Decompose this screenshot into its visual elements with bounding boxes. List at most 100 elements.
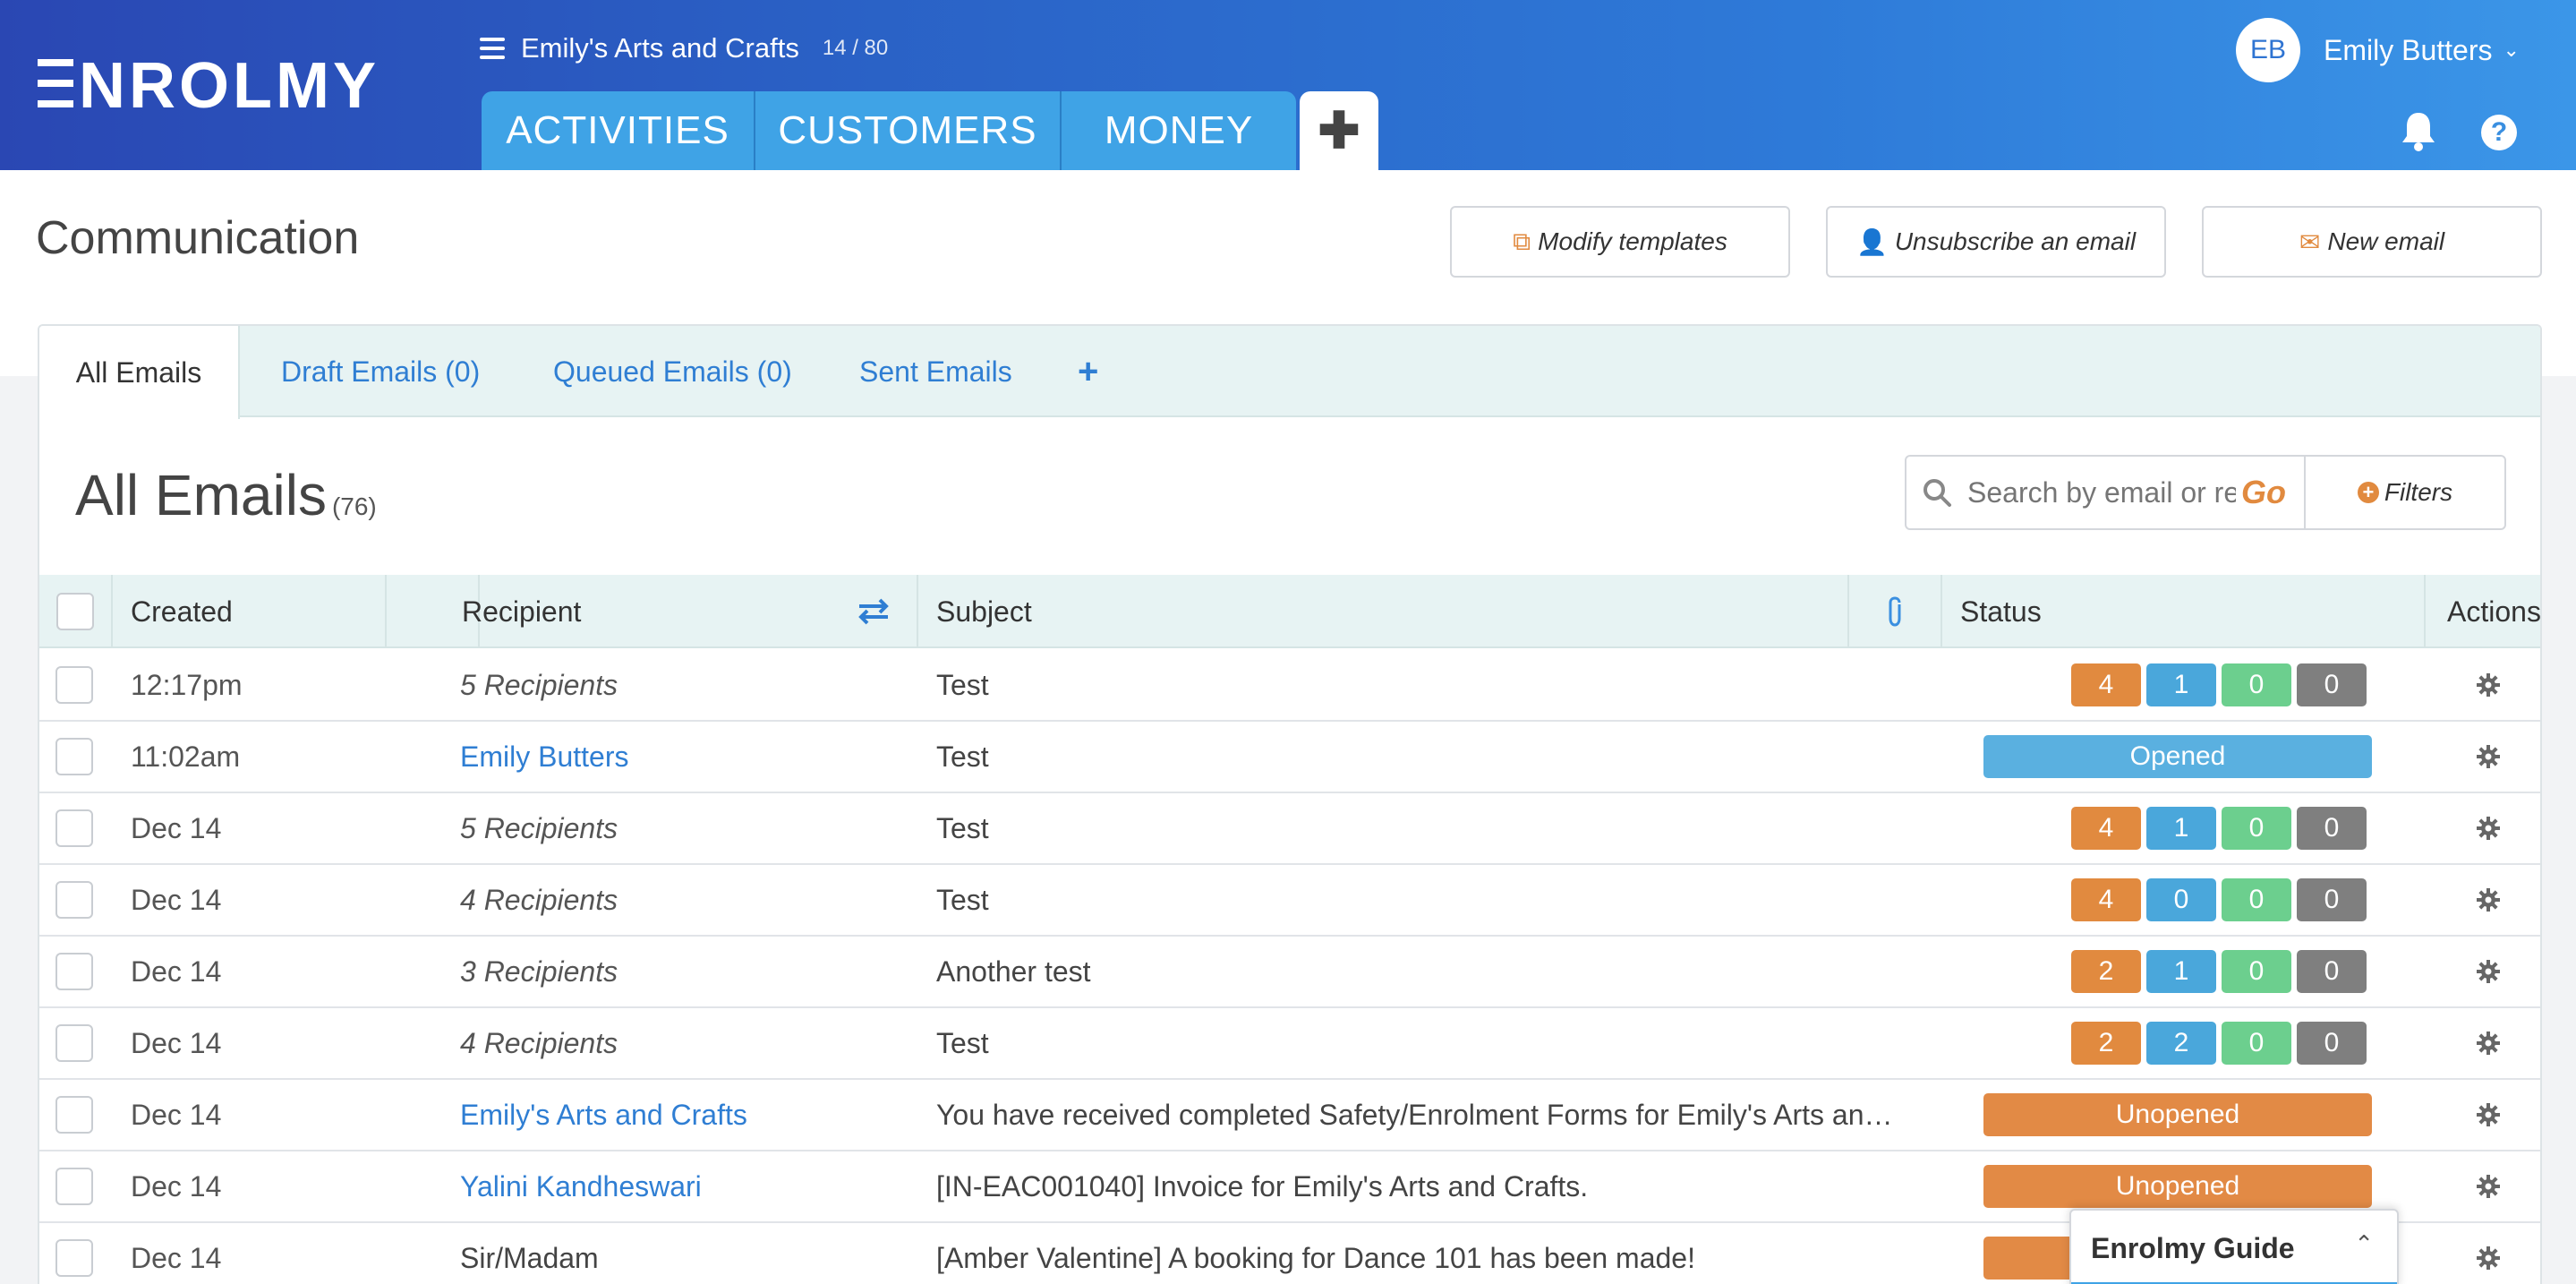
subject-cell[interactable]: Test xyxy=(936,722,989,792)
unsubscribe-email-button[interactable]: 👤 Unsubscribe an email xyxy=(1826,206,2166,278)
column-status[interactable]: Status xyxy=(1942,575,2426,648)
add-tab-plus-icon[interactable]: + xyxy=(1078,326,1098,417)
select-all-checkbox[interactable] xyxy=(56,593,94,630)
failed-count-badge[interactable]: 0 xyxy=(2297,878,2367,921)
column-created[interactable]: Created xyxy=(113,575,387,648)
column-recipient-label: Recipient xyxy=(462,595,582,628)
clicked-count-badge[interactable]: 0 xyxy=(2222,807,2291,850)
opened-count-badge[interactable]: 0 xyxy=(2146,878,2216,921)
recipient-cell[interactable]: Emily's Arts and Crafts xyxy=(460,1080,747,1150)
subject-cell[interactable]: You have received completed Safety/Enrol… xyxy=(936,1080,1893,1150)
column-subject[interactable]: Subject xyxy=(918,575,1849,648)
column-recipient[interactable]: Recipient xyxy=(444,575,918,648)
status-cell: Unopened xyxy=(1978,1080,2372,1150)
subject-cell[interactable]: Test xyxy=(936,793,989,863)
gear-icon[interactable] xyxy=(2476,1102,2501,1127)
sent-count-badge[interactable]: 4 xyxy=(2071,878,2141,921)
gear-icon[interactable] xyxy=(2476,887,2501,912)
subject-cell[interactable]: Test xyxy=(936,650,989,720)
modify-templates-button[interactable]: ⧉ Modify templates xyxy=(1450,206,1790,278)
sent-count-badge[interactable]: 2 xyxy=(2071,950,2141,993)
go-button[interactable]: Go xyxy=(2241,474,2286,511)
enrolmy-guide-widget[interactable]: Enrolmy Guide ⌃ xyxy=(2069,1209,2399,1284)
table-row[interactable]: Dec 14 Emily's Arts and Crafts You have re… xyxy=(39,1080,2540,1151)
row-checkbox[interactable] xyxy=(55,1168,93,1205)
recipient-cell: 4 Recipients xyxy=(460,1026,618,1059)
chevron-up-icon[interactable]: ⌃ xyxy=(2354,1230,2374,1258)
nav-add-button[interactable]: ✚ xyxy=(1300,91,1378,170)
gear-icon[interactable] xyxy=(2476,1031,2501,1056)
status-badge[interactable]: Unopened xyxy=(1983,1093,2372,1136)
sent-count-badge[interactable]: 4 xyxy=(2071,663,2141,706)
row-checkbox[interactable] xyxy=(55,1024,93,1062)
tab-queued-emails[interactable]: Queued Emails (0) xyxy=(553,326,792,417)
column-attachment[interactable] xyxy=(1849,575,1942,648)
row-checkbox[interactable] xyxy=(55,881,93,919)
opened-count-badge[interactable]: 1 xyxy=(2146,950,2216,993)
clicked-count-badge[interactable]: 0 xyxy=(2222,1022,2291,1065)
gear-icon[interactable] xyxy=(2476,816,2501,841)
clicked-count-badge[interactable]: 0 xyxy=(2222,878,2291,921)
tab-draft-emails[interactable]: Draft Emails (0) xyxy=(281,326,480,417)
table-row[interactable]: Dec 14 4 Recipients Test 2 2 0 0 xyxy=(39,1008,2540,1080)
recipient-cell[interactable]: Emily Butters xyxy=(460,722,628,792)
table-row[interactable]: Dec 14 4 Recipients Test 4 0 0 0 xyxy=(39,865,2540,937)
subject-cell[interactable]: Another test xyxy=(936,937,1091,1006)
failed-count-badge[interactable]: 0 xyxy=(2297,950,2367,993)
subject-cell[interactable]: Test xyxy=(936,865,989,935)
recipient-cell[interactable]: Yalini Kandheswari xyxy=(460,1151,702,1221)
gear-icon[interactable] xyxy=(2476,672,2501,698)
org-name[interactable]: Emily's Arts and Crafts xyxy=(521,32,799,64)
table-row[interactable]: Dec 14 5 Recipients Test 4 1 0 0 xyxy=(39,793,2540,865)
sent-count-badge[interactable]: 2 xyxy=(2071,1022,2141,1065)
nav-customers[interactable]: CUSTOMERS xyxy=(755,91,1062,170)
failed-count-badge[interactable]: 0 xyxy=(2297,663,2367,706)
opened-count-badge[interactable]: 1 xyxy=(2146,663,2216,706)
gear-icon[interactable] xyxy=(2476,959,2501,984)
search-input[interactable] xyxy=(1967,475,2236,509)
org-switcher[interactable]: Emily's Arts and Crafts 14 / 80 xyxy=(480,32,888,64)
opened-count-badge[interactable]: 1 xyxy=(2146,807,2216,850)
enrolmy-logo[interactable]: NROLMY xyxy=(38,52,400,115)
user-menu[interactable]: EB Emily Butters ⌄ xyxy=(2236,18,2520,82)
gear-icon[interactable] xyxy=(2476,744,2501,769)
row-checkbox[interactable] xyxy=(55,809,93,847)
table-row[interactable]: Dec 14 3 Recipients Another test 2 1 0 0 xyxy=(39,937,2540,1008)
avatar[interactable]: EB xyxy=(2236,18,2300,82)
row-checkbox[interactable] xyxy=(55,953,93,990)
chevron-down-icon[interactable]: ⌄ xyxy=(2503,39,2519,62)
subject-cell[interactable]: Test xyxy=(936,1008,989,1078)
failed-count-badge[interactable]: 0 xyxy=(2297,807,2367,850)
clicked-count-badge[interactable]: 0 xyxy=(2222,950,2291,993)
opened-count-badge[interactable]: 2 xyxy=(2146,1022,2216,1065)
table-row[interactable]: 11:02am Emily Butters Test Opened xyxy=(39,722,2540,793)
clicked-count-badge[interactable]: 0 xyxy=(2222,663,2291,706)
failed-count-badge[interactable]: 0 xyxy=(2297,1022,2367,1065)
gear-icon[interactable] xyxy=(2476,1174,2501,1199)
row-checkbox[interactable] xyxy=(55,1239,93,1277)
status-badge[interactable]: Opened xyxy=(1983,735,2372,778)
user-name[interactable]: Emily Butters xyxy=(2324,34,2492,67)
tab-sent-emails[interactable]: Sent Emails xyxy=(859,326,1012,417)
status-badge[interactable]: Unopened xyxy=(1983,1165,2372,1208)
guide-title: Enrolmy Guide xyxy=(2091,1232,2295,1264)
subject-cell[interactable]: [Amber Valentine] A booking for Dance 10… xyxy=(936,1223,1695,1284)
subject-cell[interactable]: [IN-EAC001040] Invoice for Emily's Arts … xyxy=(936,1151,1588,1221)
main-nav: ACTIVITIES CUSTOMERS MONEY xyxy=(482,91,1296,170)
nav-money[interactable]: MONEY xyxy=(1062,91,1296,170)
hamburger-icon[interactable] xyxy=(480,38,505,59)
bell-icon[interactable] xyxy=(2399,109,2438,152)
row-checkbox[interactable] xyxy=(55,1096,93,1134)
filters-button[interactable]: + Filters xyxy=(2304,455,2506,530)
row-checkbox[interactable] xyxy=(55,738,93,775)
gear-icon[interactable] xyxy=(2476,1245,2501,1271)
help-icon[interactable]: ? xyxy=(2481,115,2517,150)
tab-all-emails[interactable]: All Emails xyxy=(39,326,240,419)
new-email-button[interactable]: ✉ New email xyxy=(2202,206,2542,278)
nav-activities[interactable]: ACTIVITIES xyxy=(482,91,755,170)
swap-icon[interactable] xyxy=(857,598,890,625)
table-row[interactable]: 12:17pm 5 Recipients Test 4 1 0 0 xyxy=(39,650,2540,722)
row-checkbox-cell xyxy=(55,865,93,935)
sent-count-badge[interactable]: 4 xyxy=(2071,807,2141,850)
row-checkbox[interactable] xyxy=(55,666,93,704)
